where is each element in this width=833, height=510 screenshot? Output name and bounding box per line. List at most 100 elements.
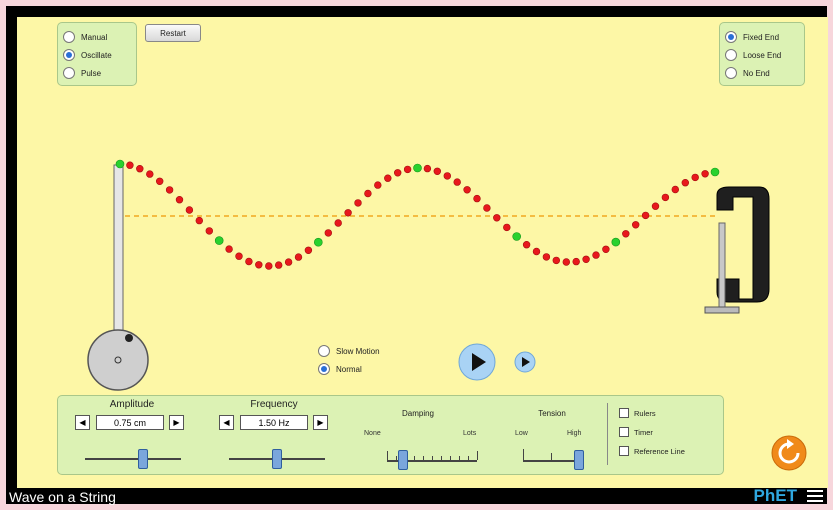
string-bead[interactable] [453, 178, 461, 186]
string-bead[interactable] [552, 256, 560, 265]
amplitude-increase-button[interactable]: ▶ [169, 415, 184, 430]
string-bead-marker[interactable] [512, 232, 522, 241]
damping-tick [432, 456, 433, 460]
string-bead[interactable] [433, 167, 441, 176]
string-bead[interactable] [602, 245, 610, 254]
string-bead[interactable] [284, 258, 293, 266]
string-bead[interactable] [641, 211, 650, 220]
tension-slider-thumb[interactable] [574, 450, 584, 470]
string-bead[interactable] [483, 204, 491, 212]
string-bead[interactable] [701, 170, 709, 178]
string-bead[interactable] [146, 170, 154, 178]
string-bead[interactable] [136, 165, 144, 173]
string-bead[interactable] [275, 261, 283, 269]
speed-radio-normal[interactable] [318, 363, 330, 375]
string-bead[interactable] [582, 255, 590, 264]
sim-stage: Manual Oscillate Pulse Restart Fixed End… [17, 17, 828, 488]
string-bead[interactable] [265, 262, 273, 270]
string-bead[interactable] [503, 223, 511, 232]
string-bead[interactable] [364, 189, 372, 198]
string-bead[interactable] [463, 186, 471, 194]
string-bead[interactable] [394, 169, 402, 177]
string-bead-marker[interactable] [313, 237, 323, 247]
string-bead[interactable] [384, 174, 392, 182]
rulers-checkbox[interactable] [619, 408, 629, 418]
string-bead-marker[interactable] [413, 163, 422, 173]
speed-radio-slow[interactable] [318, 345, 330, 357]
reset-all-button[interactable] [771, 435, 807, 471]
panel-divider [607, 403, 608, 465]
string-bead-marker[interactable] [611, 237, 621, 247]
string-bead[interactable] [165, 186, 174, 194]
string-bead[interactable] [622, 230, 630, 238]
string-bead[interactable] [651, 202, 660, 210]
string-bead[interactable] [423, 164, 432, 173]
string-bead[interactable] [681, 179, 689, 187]
string-bead[interactable] [522, 241, 531, 249]
string-bead[interactable] [473, 194, 481, 203]
string-bead-marker[interactable] [115, 159, 125, 169]
string-bead[interactable] [443, 172, 451, 180]
wave-area [87, 159, 770, 391]
amplitude-slider-thumb[interactable] [137, 449, 148, 469]
frequency-decrease-button[interactable]: ◀ [219, 415, 234, 430]
rulers-option[interactable]: Rulers [619, 408, 656, 418]
step-button[interactable] [513, 350, 537, 374]
string-bead[interactable] [354, 199, 362, 207]
string-bead[interactable] [235, 252, 243, 260]
string-bead[interactable] [691, 173, 699, 182]
timer-checkbox[interactable] [619, 427, 629, 437]
timer-option[interactable]: Timer [619, 427, 653, 437]
reference-line-option[interactable]: Reference Line [619, 446, 685, 456]
string-bead[interactable] [671, 185, 679, 194]
string-bead[interactable] [156, 177, 164, 186]
oscillator-post[interactable] [113, 164, 124, 341]
string-bead[interactable] [344, 209, 352, 217]
string-bead[interactable] [374, 181, 382, 189]
string-bead[interactable] [185, 206, 194, 214]
string-bead[interactable] [304, 246, 313, 255]
damping-min-label: None [364, 430, 381, 437]
string-bead[interactable] [493, 214, 501, 222]
string-bead[interactable] [324, 229, 332, 237]
string-bead[interactable] [225, 245, 233, 253]
speed-option-slow[interactable]: Slow Motion [318, 342, 380, 360]
frequency-slider-thumb[interactable] [272, 449, 282, 469]
clamp-screw [718, 222, 726, 308]
string-bead[interactable] [255, 261, 263, 269]
play-button[interactable] [457, 342, 497, 382]
string-bead[interactable] [205, 227, 214, 235]
string-bead[interactable] [245, 257, 253, 266]
string-bead[interactable] [562, 258, 570, 266]
string-bead[interactable] [175, 196, 184, 204]
string-bead-marker[interactable] [710, 167, 720, 177]
tension-slider-track[interactable] [523, 460, 579, 462]
oscillator-wheel[interactable] [87, 329, 149, 391]
string-bead[interactable] [195, 216, 204, 225]
string-bead[interactable] [572, 257, 580, 266]
speed-label-normal: Normal [336, 364, 362, 374]
damping-max-label: Lots [463, 430, 477, 437]
string-bead[interactable] [126, 161, 134, 169]
speed-option-normal[interactable]: Normal [318, 360, 380, 378]
tension-min-label: Low [515, 430, 528, 437]
string-bead[interactable] [542, 253, 551, 261]
string-bead[interactable] [592, 251, 600, 259]
amplitude-decrease-button[interactable]: ◀ [75, 415, 90, 430]
string-bead[interactable] [532, 247, 541, 256]
string-bead-marker[interactable] [214, 236, 224, 245]
string-bead[interactable] [661, 193, 670, 202]
hamburger-menu-icon[interactable] [807, 490, 823, 504]
phet-logo[interactable]: PhET [754, 486, 797, 506]
damping-slider-thumb[interactable] [398, 450, 409, 470]
string-beads[interactable] [115, 159, 720, 270]
string-bead[interactable] [334, 219, 342, 227]
frequency-increase-button[interactable]: ▶ [313, 415, 328, 430]
wheel-knob[interactable] [125, 334, 133, 342]
string-bead[interactable] [403, 165, 412, 174]
reference-line-checkbox[interactable] [619, 446, 629, 456]
string-bead[interactable] [294, 253, 303, 261]
string-bead[interactable] [631, 221, 640, 229]
amplitude-slider-track[interactable] [85, 458, 181, 460]
clamp-screw-handle[interactable] [704, 306, 740, 314]
